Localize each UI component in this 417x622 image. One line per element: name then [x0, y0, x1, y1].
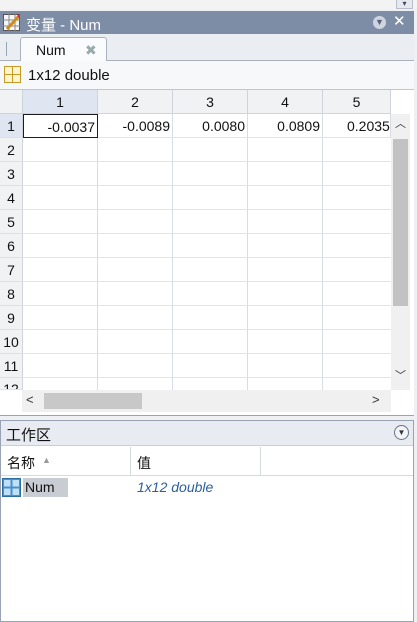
row-header[interactable]: 10 — [0, 330, 23, 354]
workspace-menu-icon[interactable]: ▼ — [394, 425, 409, 440]
value-column-header[interactable]: 值 — [137, 453, 151, 473]
row-header[interactable]: 1 — [0, 114, 23, 138]
cell-1-5[interactable]: 0.2035 — [323, 114, 391, 138]
cell-1-2[interactable]: -0.0089 — [98, 114, 173, 138]
column-header[interactable]: 2 — [98, 90, 173, 114]
tab-close-icon[interactable]: ✖ — [85, 42, 97, 59]
top-strip: ▾ — [0, 0, 417, 9]
row-header[interactable]: 3 — [0, 162, 23, 186]
name-column-header[interactable]: 名称 — [7, 453, 35, 473]
column-header[interactable]: 1 — [23, 90, 98, 114]
scroll-up-icon[interactable]: ︿ — [391, 116, 410, 132]
workspace-variable-row[interactable]: Num 1x12 double — [1, 477, 413, 499]
matrix-grid-icon — [4, 66, 21, 83]
horizontal-scrollbar[interactable]: < > — [22, 390, 391, 412]
variable-editor-titlebar: 变量 - Num ▼ ✕ — [0, 11, 414, 34]
column-header[interactable]: 5 — [323, 90, 391, 114]
variable-size-bar: 1x12 double — [0, 61, 414, 89]
horizontal-scroll-thumb[interactable] — [44, 393, 142, 409]
workspace-title: 工作区 — [6, 427, 52, 444]
tab-label: Num — [36, 42, 66, 58]
row-header[interactable]: 11 — [0, 354, 23, 378]
workspace-header: 名称 ▲ 值 — [1, 447, 413, 476]
variable-spreadsheet: 1 2 3 4 5 1 2 3 4 5 6 7 8 9 10 11 12 -0.… — [0, 89, 414, 416]
tab-bar: Num ✖ — [0, 34, 414, 62]
row-header[interactable]: 9 — [0, 306, 23, 330]
scroll-right-icon[interactable]: > — [372, 392, 380, 407]
row-header[interactable]: 2 — [0, 138, 23, 162]
row-header[interactable]: 6 — [0, 234, 23, 258]
vertical-scrollbar[interactable]: ︿ ﹀ — [391, 114, 410, 390]
cell-1-4[interactable]: 0.0809 — [248, 114, 323, 138]
corner-header[interactable] — [0, 90, 23, 114]
workspace-panel: 工作区 ▼ 名称 ▲ 值 Num 1x12 double — [0, 420, 414, 622]
variable-value: 1x12 double — [137, 479, 214, 495]
row-header[interactable]: 12 — [0, 378, 23, 390]
cell-1-3[interactable]: 0.0080 — [173, 114, 248, 138]
tab-bar-divider — [6, 42, 7, 56]
row-header[interactable]: 8 — [0, 282, 23, 306]
workspace-titlebar: 工作区 ▼ — [1, 421, 413, 446]
tab-num[interactable]: Num ✖ — [20, 37, 107, 62]
column-header[interactable]: 3 — [173, 90, 248, 114]
variable-name[interactable]: Num — [23, 478, 68, 497]
variable-size-label: 1x12 double — [28, 67, 110, 84]
column-divider[interactable] — [130, 447, 131, 475]
row-header[interactable]: 5 — [0, 210, 23, 234]
window-title: 变量 - Num — [26, 17, 102, 34]
empty-cell-grid[interactable] — [23, 138, 391, 390]
column-divider[interactable] — [260, 447, 261, 475]
column-header[interactable]: 4 — [248, 90, 323, 114]
variable-editor-icon — [3, 14, 20, 31]
row-header[interactable]: 4 — [0, 186, 23, 210]
vertical-scroll-thumb[interactable] — [393, 139, 408, 306]
top-corner-button[interactable]: ▾ — [396, 0, 413, 9]
close-icon[interactable]: ✕ — [393, 12, 406, 30]
scroll-down-icon[interactable]: ﹀ — [391, 368, 410, 384]
cell-1-1[interactable]: -0.0037 — [23, 114, 98, 138]
scroll-left-icon[interactable]: < — [26, 392, 34, 407]
row-header[interactable]: 7 — [0, 258, 23, 282]
sort-ascending-icon[interactable]: ▲ — [42, 455, 51, 465]
dropdown-menu-icon[interactable]: ▼ — [373, 16, 386, 29]
matrix-grid-icon — [2, 478, 21, 497]
